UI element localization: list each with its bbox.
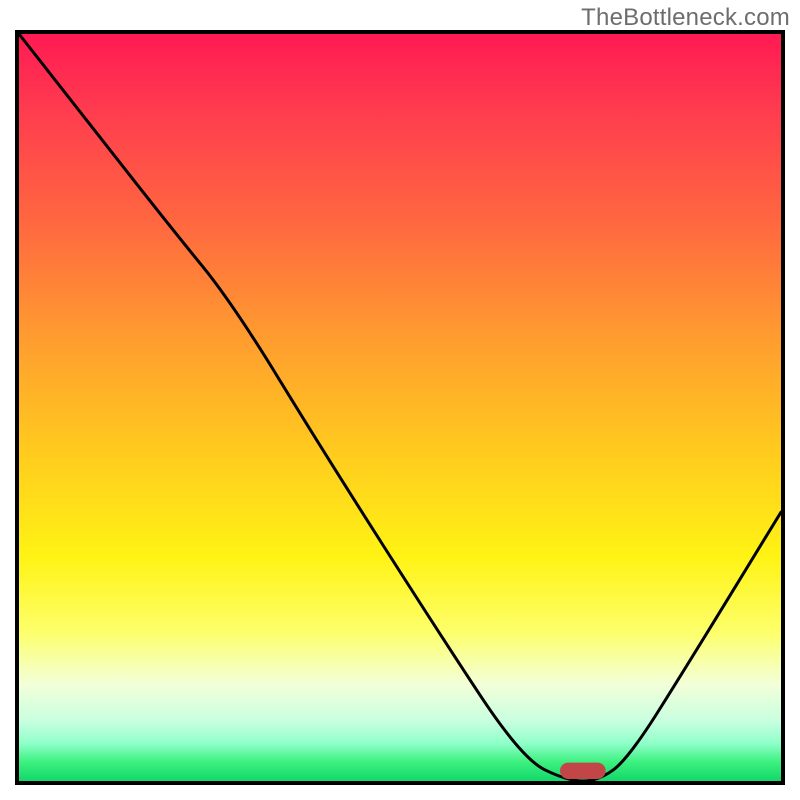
- minimum-marker: [560, 763, 606, 779]
- watermark-text: TheBottleneck.com: [581, 4, 790, 32]
- chart-stage: TheBottleneck.com: [0, 0, 800, 800]
- plot-area: [15, 30, 785, 785]
- curve-svg: [19, 34, 781, 781]
- bottleneck-curve: [19, 34, 781, 781]
